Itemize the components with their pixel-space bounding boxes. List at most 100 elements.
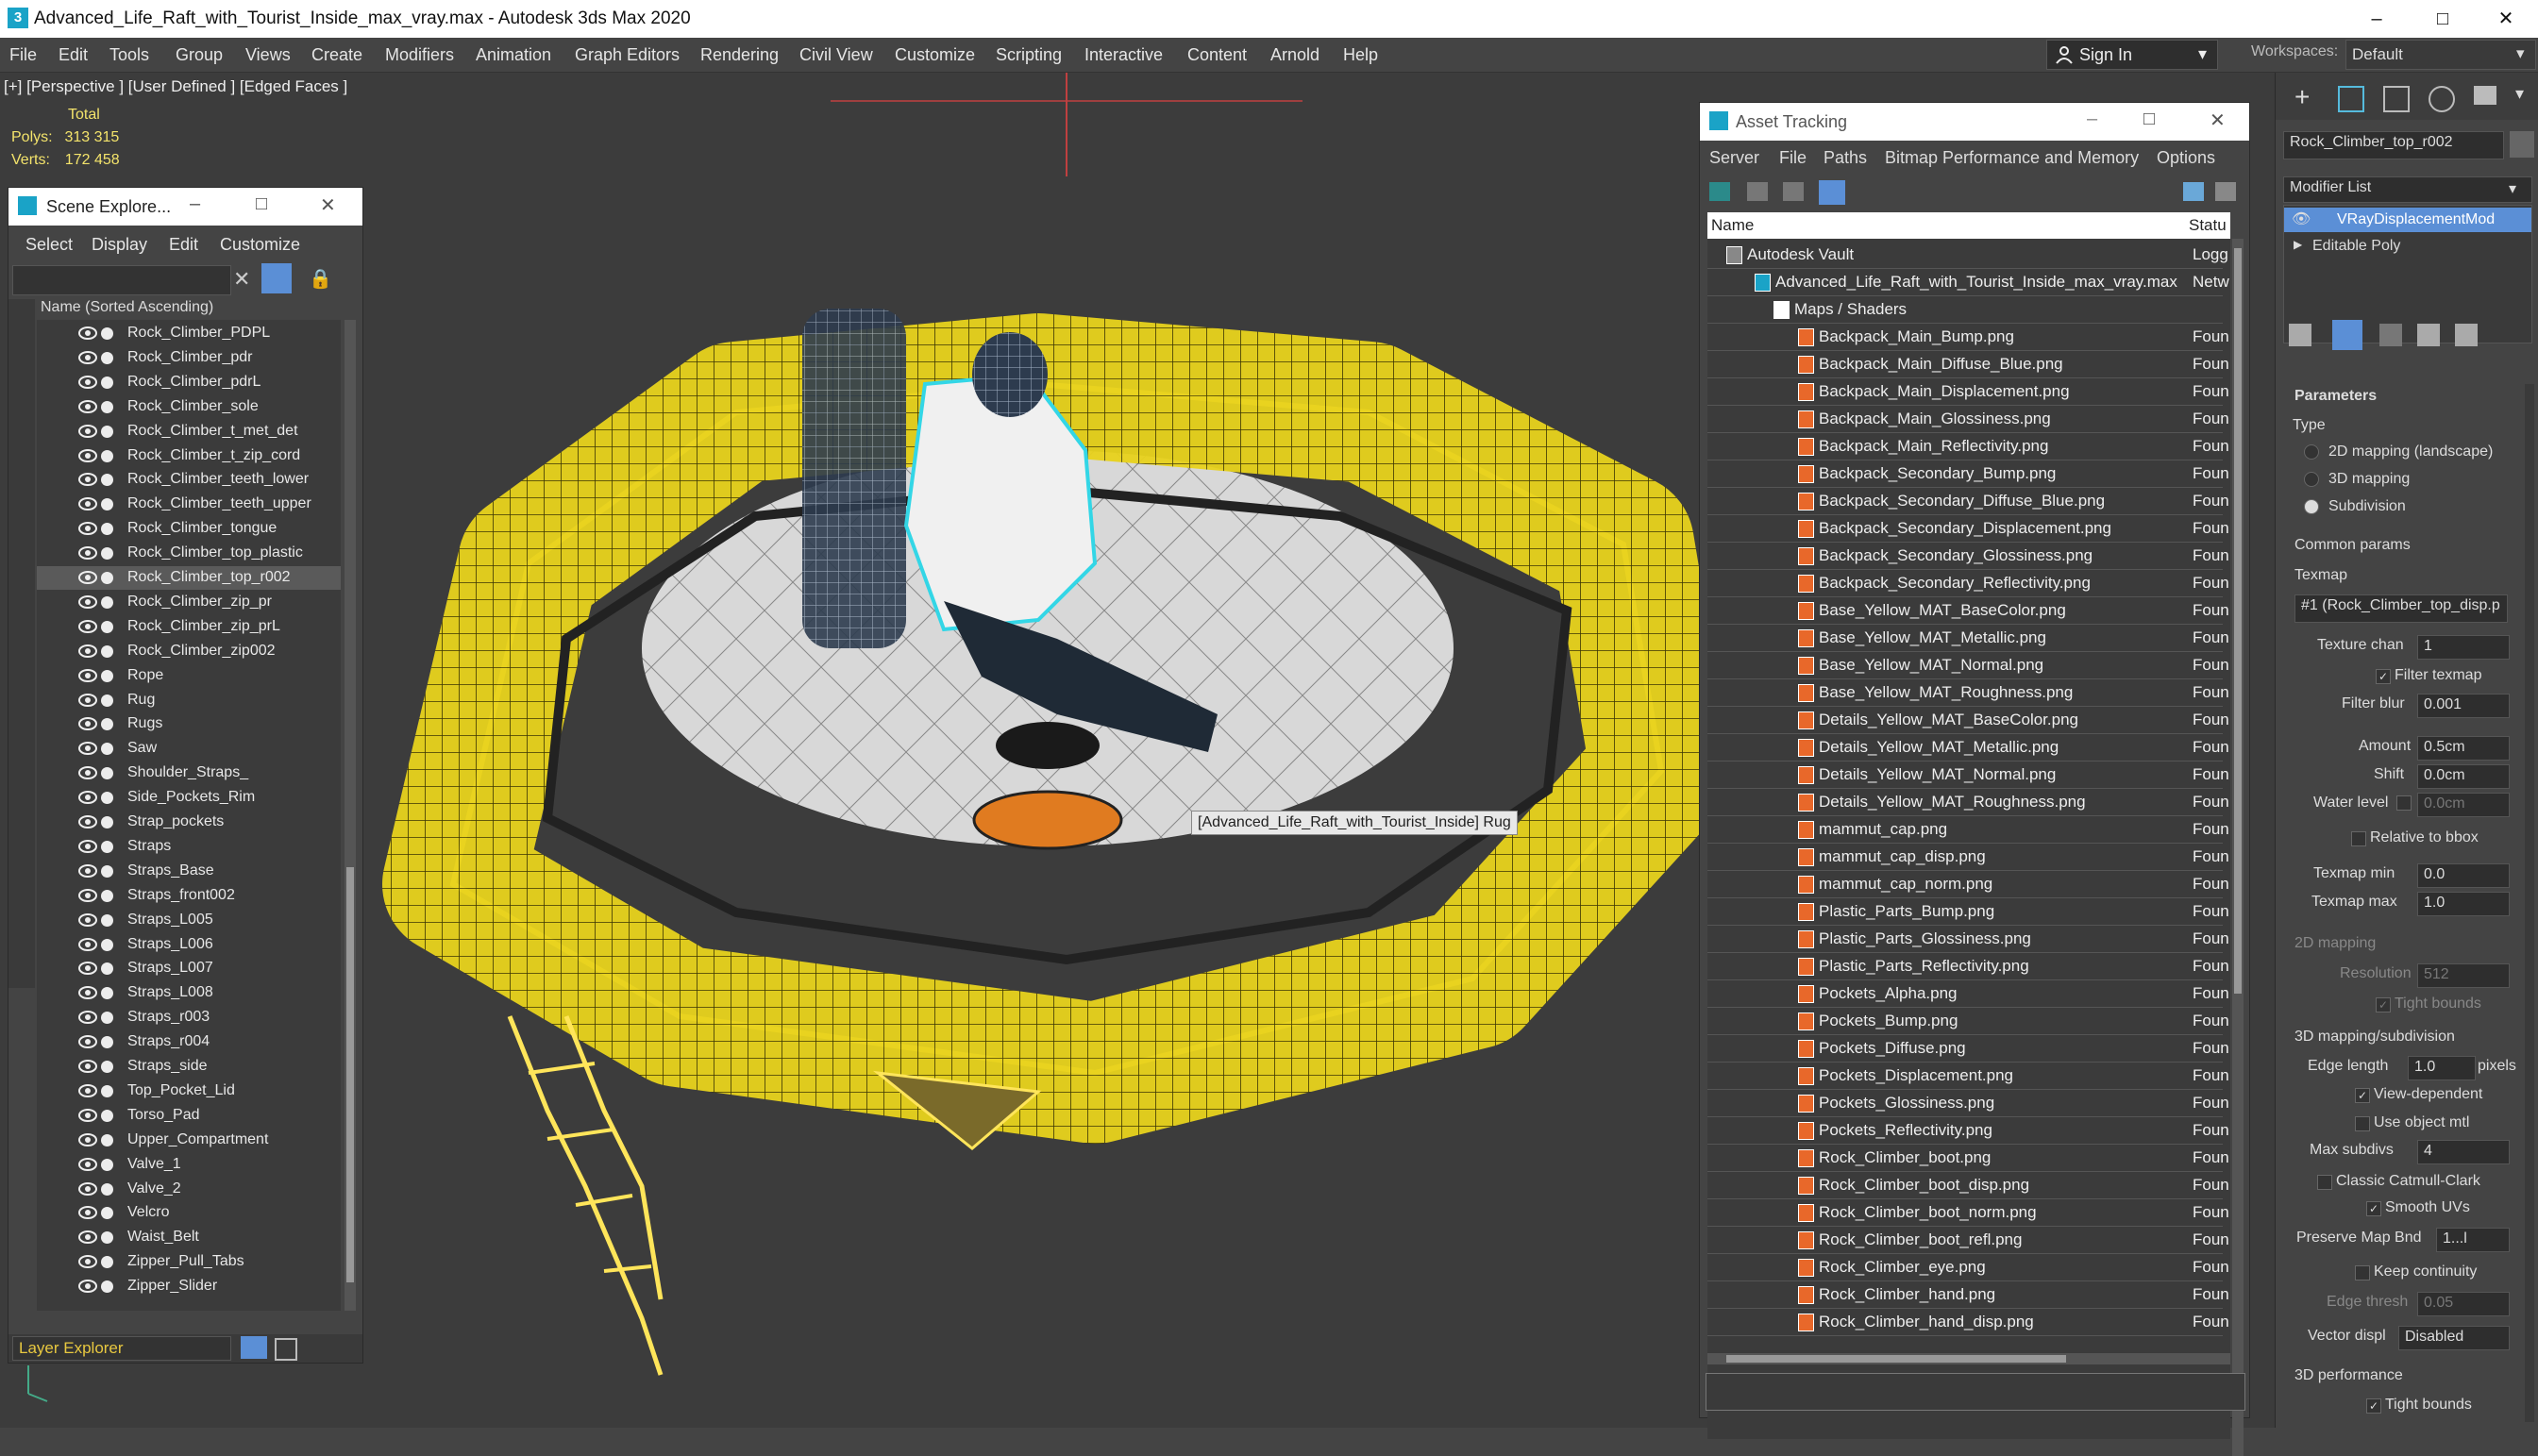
asset-row-map[interactable]: mammut_cap.png Foun — [1707, 815, 2229, 844]
edge-length-spinner[interactable]: 1.0 — [2408, 1056, 2476, 1080]
eye-icon[interactable] — [78, 398, 97, 415]
close-button[interactable]: ✕ — [2478, 4, 2534, 34]
render-toggle-icon[interactable] — [101, 1084, 113, 1097]
eye-icon[interactable] — [78, 495, 97, 512]
pin-icon[interactable] — [2215, 182, 2236, 201]
eye-icon[interactable] — [78, 862, 97, 879]
eye-icon[interactable] — [78, 715, 97, 732]
modify-tab-icon[interactable] — [2338, 86, 2364, 112]
eye-icon[interactable] — [78, 1082, 97, 1099]
eye-icon[interactable] — [78, 1253, 97, 1270]
render-toggle-icon[interactable] — [101, 425, 113, 438]
scene-list-item[interactable]: Rugs — [37, 712, 341, 736]
pin-stack-icon[interactable] — [2289, 324, 2311, 346]
eye-icon[interactable] — [78, 1180, 97, 1197]
configure-sets-icon[interactable] — [2455, 324, 2478, 346]
filter-blur-spinner[interactable]: 0.001 — [2417, 694, 2510, 718]
scene-list-item[interactable]: Upper_Compartment — [37, 1129, 341, 1152]
water-level-spinner[interactable]: 0.0cm — [2417, 793, 2510, 817]
amount-spinner[interactable]: 0.5cm — [2417, 736, 2510, 761]
menu-edit[interactable]: Edit — [59, 45, 88, 65]
scene-list-item[interactable]: Strap_pockets — [37, 811, 341, 834]
eye-icon[interactable]: 👁 — [2292, 209, 2311, 228]
scene-list-item[interactable]: Straps_side — [37, 1055, 341, 1079]
hierarchy-tab-icon[interactable] — [2383, 86, 2410, 112]
scene-list-item[interactable]: Straps_r004 — [37, 1030, 341, 1054]
radio-2d-mapping[interactable] — [2304, 444, 2319, 460]
eye-icon[interactable] — [78, 1009, 97, 1026]
asset-row-map[interactable]: Rock_Climber_hand.png Foun — [1707, 1280, 2229, 1309]
texmap-button[interactable]: #1 (Rock_Climber_top_disp.p — [2294, 594, 2508, 623]
asset-menu-bitmap-performance[interactable]: Bitmap Performance and Memory — [1885, 148, 2139, 168]
asset-row-map[interactable]: Pockets_Reflectivity.png Foun — [1707, 1116, 2229, 1145]
menu-views[interactable]: Views — [245, 45, 291, 65]
column-header-name[interactable]: Name — [1711, 216, 1754, 235]
eye-icon[interactable] — [78, 692, 97, 709]
asset-row-map[interactable]: Backpack_Main_Reflectivity.png Foun — [1707, 432, 2229, 460]
scene-list-item[interactable]: Rope — [37, 664, 341, 688]
modifier-stack-item[interactable]: ▶ Editable Poly — [2284, 234, 2531, 259]
display-tab-icon[interactable] — [2474, 86, 2496, 105]
filter-icon[interactable] — [261, 263, 292, 293]
render-toggle-icon[interactable] — [101, 1256, 113, 1269]
eye-icon[interactable] — [78, 764, 97, 781]
eye-icon[interactable] — [78, 667, 97, 684]
asset-row-map[interactable]: Base_Yellow_MAT_Normal.png Foun — [1707, 651, 2229, 679]
scene-list-item[interactable]: Velcro — [37, 1201, 341, 1225]
asset-row-map[interactable]: Rock_Climber_boot_refl.png Foun — [1707, 1226, 2229, 1254]
texture-chan-spinner[interactable]: 1 — [2417, 635, 2510, 660]
maximize-icon[interactable]: □ — [2143, 109, 2155, 130]
minimize-icon[interactable]: – — [2087, 109, 2097, 130]
render-toggle-icon[interactable] — [101, 864, 113, 878]
scene-list-item[interactable]: Side_Pockets_Rim — [37, 786, 341, 810]
asset-row-map[interactable]: Backpack_Main_Displacement.png Foun — [1707, 377, 2229, 406]
asset-row-map[interactable]: Details_Yellow_MAT_Roughness.png Foun — [1707, 788, 2229, 816]
render-toggle-icon[interactable] — [101, 523, 113, 536]
texmap-max-spinner[interactable]: 1.0 — [2417, 892, 2510, 916]
asset-row-map[interactable]: Base_Yellow_MAT_Metallic.png Foun — [1707, 624, 2229, 652]
eye-icon[interactable] — [78, 594, 97, 611]
eye-icon[interactable] — [78, 1033, 97, 1050]
eye-icon[interactable] — [78, 838, 97, 855]
scene-menu-edit[interactable]: Edit — [169, 235, 198, 255]
eye-icon[interactable] — [78, 447, 97, 464]
render-toggle-icon[interactable] — [101, 400, 113, 413]
scene-list-item[interactable]: Rug — [37, 689, 341, 712]
asset-row-map[interactable]: Pockets_Diffuse.png Foun — [1707, 1034, 2229, 1063]
render-toggle-icon[interactable] — [101, 1012, 113, 1025]
radio-3d-mapping[interactable] — [2304, 472, 2319, 487]
classic-catmull-checkbox[interactable] — [2317, 1175, 2332, 1190]
eye-icon[interactable] — [78, 1131, 97, 1148]
resolution-spinner[interactable]: 512 — [2417, 963, 2510, 988]
asset-menu-server[interactable]: Server — [1709, 148, 1759, 168]
relative-bbox-checkbox[interactable] — [2351, 831, 2366, 846]
eye-icon[interactable] — [78, 1278, 97, 1295]
scene-list-item[interactable]: Rock_Climber_top_r002 — [37, 566, 341, 590]
eye-icon[interactable] — [78, 813, 97, 830]
menu-content[interactable]: Content — [1187, 45, 1247, 65]
asset-row-map[interactable]: Backpack_Main_Glossiness.png Foun — [1707, 405, 2229, 433]
vector-displ-dropdown[interactable]: Disabled — [2398, 1326, 2510, 1350]
column-header-status[interactable]: Statu — [2189, 216, 2227, 235]
eye-icon[interactable] — [78, 471, 97, 488]
smooth-uvs-checkbox[interactable]: ✓ — [2366, 1201, 2381, 1216]
scene-list-item[interactable]: Rock_Climber_tongue — [37, 517, 341, 541]
menu-modifiers[interactable]: Modifiers — [385, 45, 454, 65]
texmap-min-spinner[interactable]: 0.0 — [2417, 863, 2510, 888]
asset-row-map[interactable]: mammut_cap_disp.png Foun — [1707, 843, 2229, 871]
eye-icon[interactable] — [78, 544, 97, 561]
remove-modifier-icon[interactable] — [2417, 324, 2440, 346]
asset-menu-paths[interactable]: Paths — [1824, 148, 1867, 168]
menu-customize[interactable]: Customize — [895, 45, 975, 65]
menu-help[interactable]: Help — [1343, 45, 1378, 65]
close-icon[interactable]: ✕ — [320, 193, 336, 217]
command-panel-scrollbar[interactable] — [2525, 384, 2534, 1422]
render-toggle-icon[interactable] — [101, 913, 113, 927]
eye-icon[interactable] — [78, 1058, 97, 1075]
eye-icon[interactable] — [78, 1156, 97, 1173]
scene-list-item[interactable]: Rock_Climber_zip_prL — [37, 615, 341, 639]
asset-row-map[interactable]: Plastic_Parts_Reflectivity.png Foun — [1707, 952, 2229, 980]
layer-explorer-dropdown[interactable]: Layer Explorer — [12, 1336, 231, 1361]
scene-list-item[interactable]: Valve_2 — [37, 1178, 341, 1201]
eye-icon[interactable] — [78, 1204, 97, 1221]
